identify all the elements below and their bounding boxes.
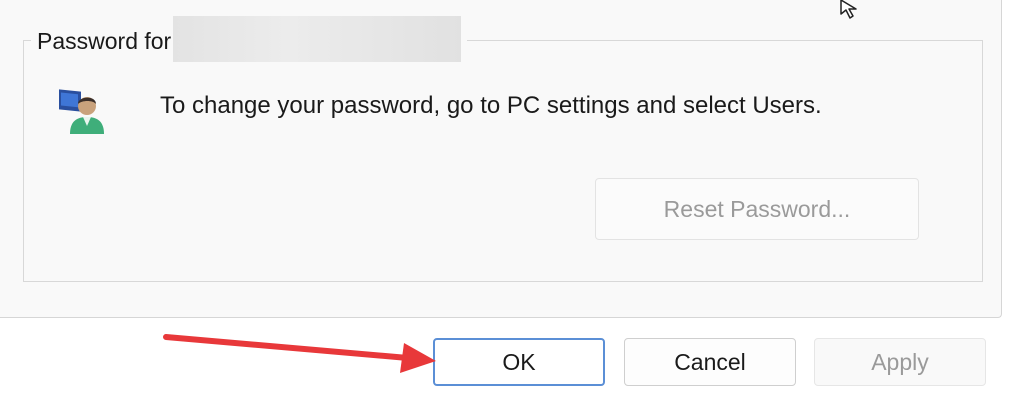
password-groupbox-legend: Password for [31, 16, 468, 62]
red-arrow-icon [163, 334, 436, 373]
groupbox-title: Password for [37, 27, 172, 54]
password-info-message: To change your password, go to PC settin… [160, 92, 822, 119]
redacted-username [173, 16, 462, 62]
reset-password-button[interactable]: Reset Password... [595, 178, 919, 240]
ok-button[interactable]: OK [433, 338, 605, 386]
user-account-icon [59, 89, 104, 134]
apply-button[interactable]: Apply [814, 338, 986, 386]
user-properties-dialog: Password for To change your password, go… [0, 0, 1011, 413]
cancel-button[interactable]: Cancel [624, 338, 796, 386]
password-groupbox [23, 40, 983, 282]
mouse-pointer-icon [840, 0, 857, 19]
password-tab-panel: Password for To change your password, go… [0, 0, 1002, 318]
